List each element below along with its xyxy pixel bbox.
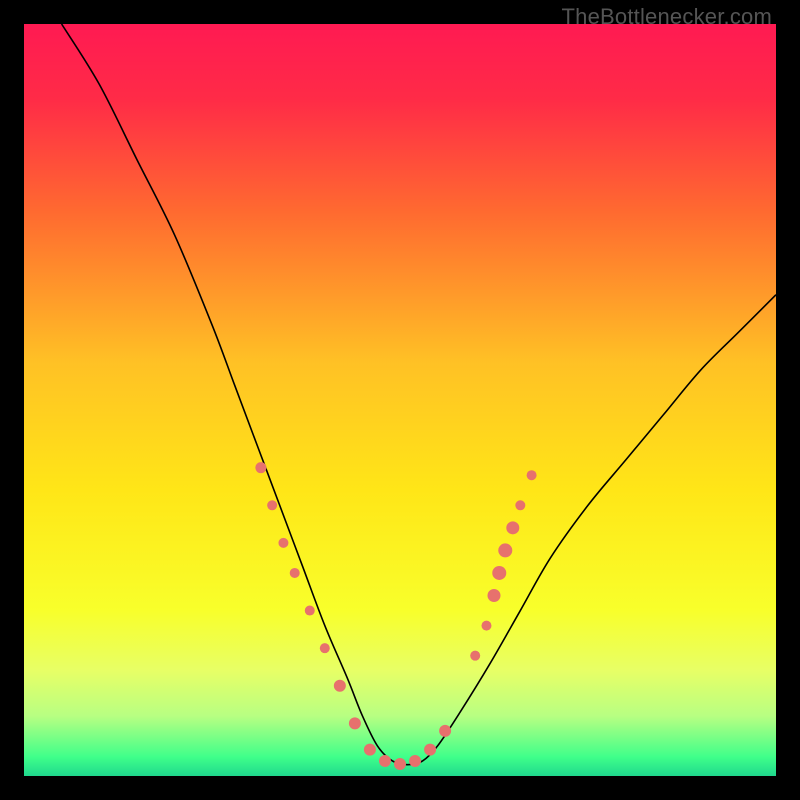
marker-dot <box>320 643 330 653</box>
chart-background <box>24 24 776 776</box>
marker-dot <box>470 651 480 661</box>
marker-dot <box>488 589 501 602</box>
marker-dot <box>278 538 288 548</box>
marker-dot <box>255 462 266 473</box>
marker-dot <box>290 568 300 578</box>
marker-dot <box>424 744 436 756</box>
marker-dot <box>364 744 376 756</box>
marker-dot <box>349 717 361 729</box>
marker-dot <box>515 500 525 510</box>
marker-dot <box>305 606 315 616</box>
marker-dot <box>409 755 421 767</box>
bottleneck-chart <box>24 24 776 776</box>
marker-dot <box>334 680 346 692</box>
marker-dot <box>506 521 519 534</box>
marker-dot <box>527 470 537 480</box>
marker-dot <box>394 758 406 770</box>
marker-dot <box>439 725 451 737</box>
marker-dot <box>267 500 277 510</box>
chart-frame <box>24 24 776 776</box>
marker-dot <box>379 755 391 767</box>
marker-dot <box>498 543 512 557</box>
marker-dot <box>481 621 491 631</box>
marker-dot <box>492 566 506 580</box>
